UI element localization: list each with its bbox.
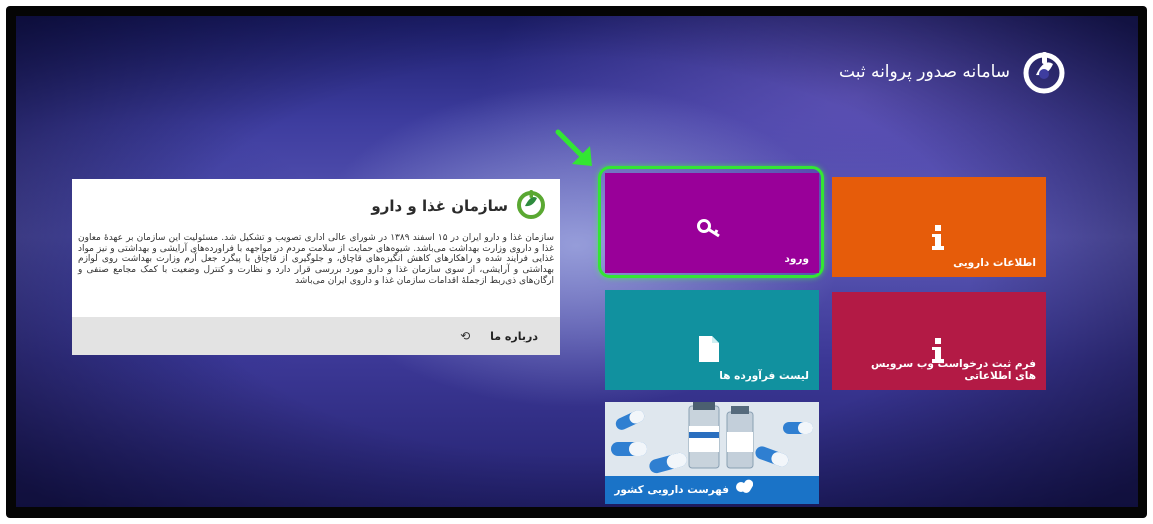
about-card-footer: درباره ما ⟲ (72, 317, 560, 355)
info-icon (932, 225, 944, 255)
refresh-icon: ⟲ (460, 329, 471, 343)
brand-header: سامانه صدور پروانه ثبت (839, 50, 1066, 94)
about-card: سازمان غذا و دارو سازمان غذا و دارو ایرا… (72, 179, 560, 355)
request-form-tile[interactable]: فرم ثبت درخواست وب سرویس های اطلاعاتی (832, 292, 1046, 390)
login-tile[interactable]: ورود (605, 173, 819, 273)
product-list-tile[interactable]: لیست فرآورده ها (605, 290, 819, 390)
document-icon (699, 336, 719, 366)
national-drug-list-label: فهرست دارویی کشور (614, 484, 729, 496)
about-card-header: سازمان غذا و دارو (371, 189, 546, 223)
fda-logo-small-icon (516, 189, 546, 223)
screen-frame: سامانه صدور پروانه ثبت سازمان غذا و دارو… (6, 6, 1147, 518)
main-screen: سامانه صدور پروانه ثبت سازمان غذا و دارو… (16, 16, 1138, 507)
app-title: سامانه صدور پروانه ثبت (839, 62, 1010, 82)
national-drug-list-tile[interactable]: فهرست دارویی کشور (605, 402, 819, 504)
request-form-label: فرم ثبت درخواست وب سرویس های اطلاعاتی (871, 358, 1036, 382)
fda-logo-icon (1022, 50, 1066, 94)
about-us-link[interactable]: درباره ما (490, 330, 538, 343)
drug-info-tile[interactable]: اطلاعات دارویی (832, 177, 1046, 277)
about-card-text: سازمان غذا و دارو ایران در ۱۵ اسفند ۱۳۸۹… (78, 233, 554, 286)
about-card-title: سازمان غذا و دارو (371, 197, 508, 215)
login-label: ورود (784, 253, 810, 265)
green-arrow-icon (554, 128, 598, 172)
key-icon (697, 219, 723, 243)
product-list-label: لیست فرآورده ها (719, 370, 809, 382)
pills-icon (735, 477, 754, 499)
drug-info-label: اطلاعات دارویی (953, 257, 1036, 269)
medicine-photo (605, 402, 819, 478)
